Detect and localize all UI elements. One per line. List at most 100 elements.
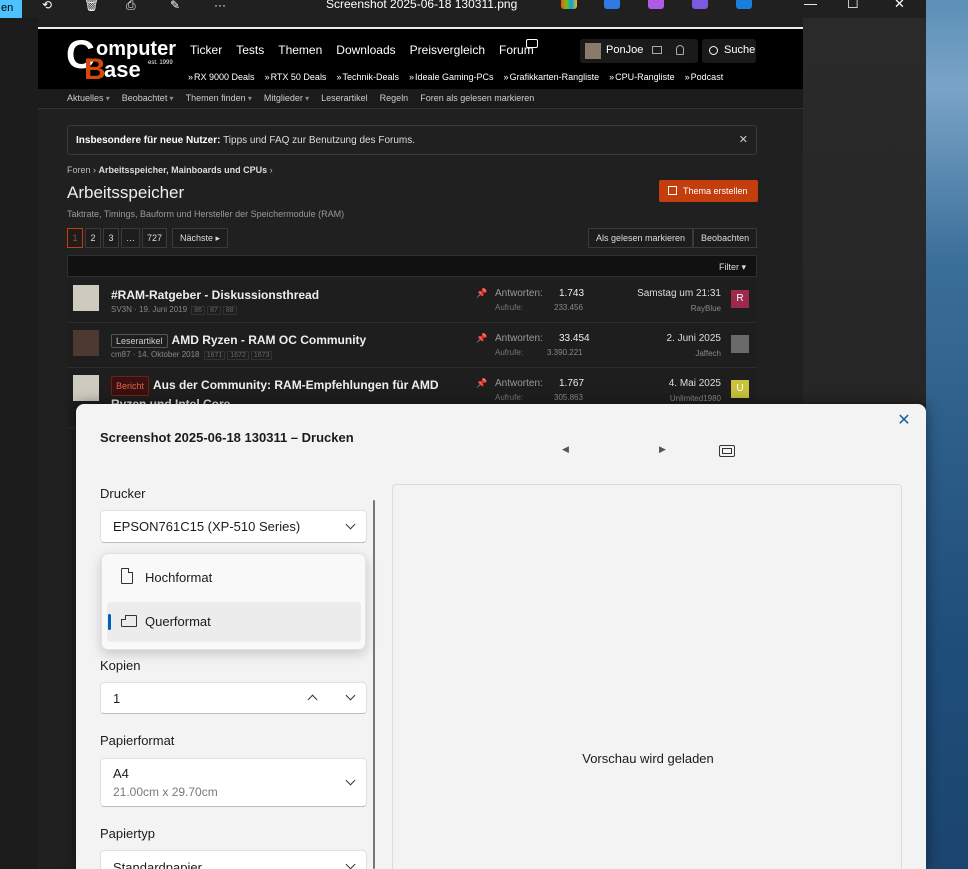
table-row[interactable]: #RAM-Ratgeber - Diskussionsthread SV3N ·… bbox=[67, 278, 757, 323]
selection-indicator bbox=[108, 614, 111, 630]
orientation-dropdown: Hochformat Querformat bbox=[101, 553, 366, 650]
last-post-user[interactable]: Unlimited1980 bbox=[670, 394, 721, 403]
increment-icon[interactable] bbox=[307, 694, 318, 705]
thread-title[interactable]: Leserartikel AMD Ryzen - RAM OC Community bbox=[111, 333, 366, 348]
mail-icon[interactable] bbox=[652, 46, 662, 54]
thread-title[interactable]: #RAM-Ratgeber - Diskussionsthread bbox=[111, 288, 319, 302]
nav-ticker[interactable]: Ticker bbox=[190, 43, 222, 57]
username: PonJoe bbox=[606, 44, 644, 56]
table-row[interactable]: Leserartikel AMD Ryzen - RAM OC Community… bbox=[67, 323, 757, 368]
rotate-icon[interactable]: ⟲ bbox=[42, 0, 58, 12]
option-portrait[interactable]: Hochformat bbox=[107, 558, 361, 598]
reply-count: 33.454 bbox=[559, 333, 590, 344]
clipchamp-app-icon[interactable] bbox=[648, 0, 664, 9]
decrement-icon[interactable] bbox=[345, 690, 356, 701]
nav-downloads[interactable]: Downloads bbox=[336, 43, 395, 57]
desktop-wallpaper bbox=[926, 0, 968, 869]
computerbase-logo[interactable]: C omputer B ase est. 1999 bbox=[66, 35, 176, 85]
portrait-page-icon bbox=[121, 568, 133, 584]
deal-link[interactable]: Technik-Deals bbox=[336, 72, 399, 82]
avatar[interactable] bbox=[731, 335, 749, 353]
reply-count: 1.743 bbox=[559, 288, 585, 299]
more-icon[interactable]: ··· bbox=[214, 0, 230, 12]
search-icon bbox=[709, 46, 718, 55]
photos-app-icon[interactable] bbox=[692, 0, 708, 9]
deal-link[interactable]: RX 9000 Deals bbox=[188, 72, 255, 82]
next-page-button[interactable]: Nächste ▸ bbox=[172, 228, 229, 248]
search-button[interactable]: Suche bbox=[702, 39, 756, 63]
subnav-mitglieder[interactable]: Mitglieder bbox=[264, 93, 309, 103]
subnav-themen-finden[interactable]: Themen finden bbox=[186, 93, 252, 103]
maximize-button[interactable]: ☐ bbox=[847, 0, 859, 12]
nav-preisvergleich[interactable]: Preisvergleich bbox=[410, 43, 485, 57]
deal-link[interactable]: Podcast bbox=[685, 72, 724, 82]
last-post-date[interactable]: 4. Mai 2025 bbox=[669, 378, 721, 389]
page-ellipsis[interactable]: … bbox=[121, 228, 140, 248]
onedrive-icon[interactable] bbox=[736, 0, 752, 9]
subnav-beobachtet[interactable]: Beobachtet bbox=[122, 93, 174, 103]
settings-scrollbar[interactable] bbox=[373, 500, 375, 869]
fit-to-window-icon[interactable] bbox=[719, 445, 735, 457]
paper-type-label: Papiertyp bbox=[100, 826, 155, 841]
page-link[interactable]: 727 bbox=[142, 228, 168, 248]
watch-button[interactable]: Beobachten bbox=[693, 228, 758, 248]
last-post-user[interactable]: Jaffech bbox=[695, 349, 721, 358]
site-header: C omputer B ase est. 1999 Ticker Tests T… bbox=[38, 29, 803, 89]
copies-label: Kopien bbox=[100, 658, 141, 673]
forum-subnav: Aktuelles Beobachtet Themen finden Mitgl… bbox=[38, 89, 803, 109]
subnav-aktuelles[interactable]: Aktuelles bbox=[67, 93, 110, 103]
thread-list-header: Filter ▾ bbox=[67, 255, 757, 277]
page-link[interactable]: 2 bbox=[85, 228, 101, 248]
crumb-section[interactable]: Arbeitsspeicher, Mainboards und CPUs bbox=[99, 165, 268, 175]
bell-icon[interactable] bbox=[676, 45, 684, 55]
view-count: 233.456 bbox=[554, 303, 583, 312]
paper-size-select[interactable]: A4 21.00cm x 29.70cm bbox=[100, 758, 367, 807]
window-title: Screenshot 2025-06-18 130311.png bbox=[326, 0, 518, 11]
deal-link[interactable]: RTX 50 Deals bbox=[265, 72, 327, 82]
edit-icon[interactable]: ✎ bbox=[170, 0, 186, 12]
nav-tests[interactable]: Tests bbox=[236, 43, 264, 57]
pin-icon: 📌 bbox=[476, 333, 488, 343]
close-dialog-button[interactable]: ✕ bbox=[894, 410, 914, 430]
subnav-leserartikel[interactable]: Leserartikel bbox=[321, 93, 368, 103]
list-actions: Als gelesen markieren Beobachten bbox=[588, 228, 758, 248]
print-icon[interactable]: ⎙ bbox=[126, 0, 142, 12]
avatar bbox=[585, 43, 601, 59]
subnav-regeln[interactable]: Regeln bbox=[380, 93, 409, 103]
language-badge[interactable]: en bbox=[0, 0, 22, 20]
close-window-button[interactable]: ✕ bbox=[894, 0, 905, 12]
last-post-date[interactable]: Samstag um 21:31 bbox=[637, 288, 721, 299]
copies-stepper[interactable]: 1 bbox=[100, 682, 367, 714]
previous-page-icon[interactable]: ◀ bbox=[562, 444, 569, 455]
mark-read-button[interactable]: Als gelesen markieren bbox=[588, 228, 694, 248]
option-landscape[interactable]: Querformat bbox=[107, 602, 361, 642]
printer-select[interactable]: EPSON761C15 (XP-510 Series) bbox=[100, 510, 367, 543]
deal-link[interactable]: Grafikkarten-Rangliste bbox=[504, 72, 600, 82]
minimize-button[interactable]: — bbox=[804, 0, 817, 11]
subnav-mark-read[interactable]: Foren als gelesen markieren bbox=[420, 93, 534, 103]
user-menu[interactable]: PonJoe bbox=[580, 39, 698, 63]
next-page-icon[interactable]: ▶ bbox=[659, 444, 666, 455]
page-description: Taktrate, Timings, Bauform und Herstelle… bbox=[67, 209, 345, 219]
chevron-down-icon bbox=[345, 775, 356, 786]
nav-themen[interactable]: Themen bbox=[278, 43, 322, 57]
page-link[interactable]: 1 bbox=[67, 228, 83, 248]
print-preview: Vorschau wird geladen bbox=[392, 484, 902, 869]
avatar[interactable]: U bbox=[731, 380, 749, 398]
last-post-user[interactable]: RayBlue bbox=[691, 304, 721, 313]
avatar[interactable]: R bbox=[731, 290, 749, 308]
deal-link[interactable]: Ideale Gaming-PCs bbox=[409, 72, 494, 82]
last-post-date[interactable]: 2. Juni 2025 bbox=[667, 333, 722, 344]
filter-button[interactable]: Filter ▾ bbox=[719, 262, 746, 273]
chat-icon bbox=[526, 39, 538, 48]
page-link[interactable]: 3 bbox=[103, 228, 119, 248]
new-thread-button[interactable]: Thema erstellen bbox=[659, 180, 758, 202]
thread-thumbnail bbox=[73, 285, 99, 311]
crumb-foren[interactable]: Foren bbox=[67, 165, 91, 175]
delete-icon[interactable]: 🗑 bbox=[84, 0, 100, 12]
close-icon[interactable]: ✕ bbox=[739, 133, 748, 146]
copilot-app-icon[interactable] bbox=[561, 0, 577, 9]
paper-type-select[interactable]: Standardpapier bbox=[100, 850, 367, 869]
deal-link[interactable]: CPU-Rangliste bbox=[609, 72, 675, 82]
designer-app-icon[interactable] bbox=[604, 0, 620, 9]
